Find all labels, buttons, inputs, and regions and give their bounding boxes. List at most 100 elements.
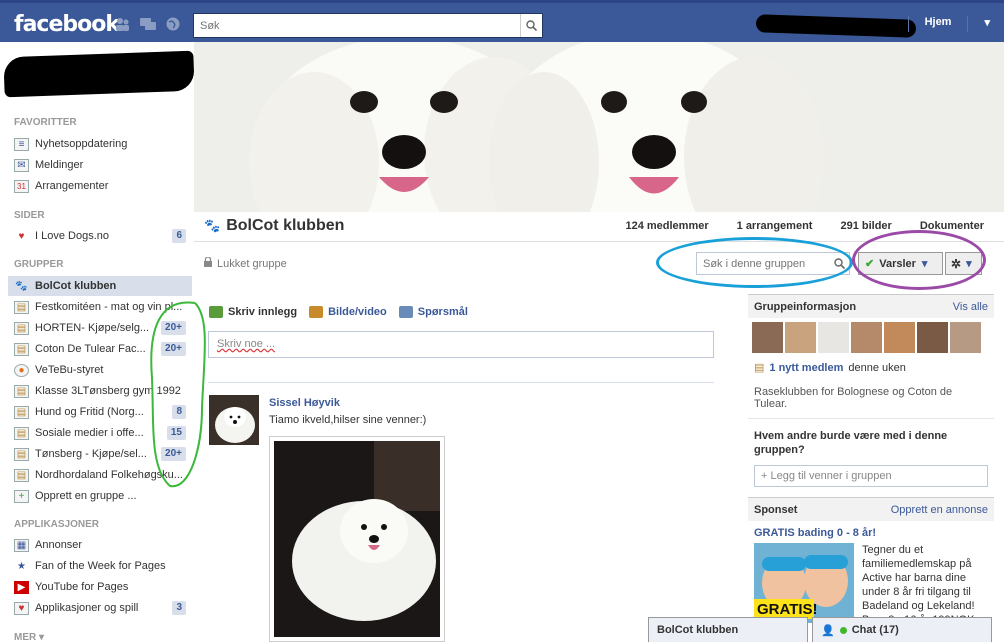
blue-annotation (656, 237, 853, 288)
divider (967, 16, 969, 32)
sidebar-item-label: Annonser (35, 539, 83, 551)
top-right-nav: Hjem ▾ (907, 16, 990, 32)
invite-question: Hvem andre burde være med i denne gruppe… (754, 430, 948, 456)
tab-question[interactable]: Spørsmål (398, 306, 468, 318)
sidebar-item-bolcot-klubben[interactable]: 🐾 BolCot klubben (8, 276, 192, 296)
group-icon: ▤ (14, 468, 29, 482)
composer-input[interactable]: Skriv noe ... (208, 331, 714, 358)
sponsored-title: Sponset (754, 503, 798, 516)
newsfeed-icon: ≡ (14, 137, 29, 151)
sidebar-item-label: Meldinger (35, 159, 84, 171)
tab-write-post[interactable]: Skriv innlegg (209, 306, 297, 318)
group-icon: ▤ (754, 362, 765, 374)
purple-annotation (852, 230, 986, 290)
more-link[interactable]: MER ▾ (14, 632, 44, 643)
account-chevron-down-icon[interactable]: ▾ (984, 16, 990, 32)
ad-title[interactable]: GRATIS bading 0 - 8 år! (748, 521, 994, 541)
facebook-logo[interactable]: facebook (14, 12, 120, 37)
member-avatar[interactable] (884, 322, 915, 353)
member-photos (748, 318, 994, 357)
redaction-mark (3, 50, 195, 98)
sidebar-item-messages[interactable]: ✉ Meldinger (14, 155, 186, 175)
post-photo-image (274, 441, 440, 637)
privacy-label: Lukket gruppe (204, 256, 287, 270)
post-author-avatar[interactable] (209, 395, 259, 445)
sidebar-item-apps-games[interactable]: ♥ Applikasjoner og spill 3 (14, 598, 186, 618)
composer-tabs: Skriv innlegg Bilde/video Spørsmål (209, 306, 468, 318)
paw-icon: 🐾 (15, 280, 28, 292)
tab-label: Spørsmål (417, 306, 468, 318)
section-title-pages: SIDER (14, 210, 45, 221)
sidebar-item-events[interactable]: 31 Arrangementer (14, 176, 186, 196)
photos-link[interactable]: 291 bilder (840, 220, 891, 232)
group-icon: ▤ (14, 405, 29, 419)
sidebar-item-label: Fan of the Week for Pages (35, 560, 166, 572)
search-icon[interactable] (520, 14, 542, 37)
ad-image-text: GRATIS! (757, 601, 818, 618)
group-info-header: Gruppeinformasjon Vis alle (748, 294, 994, 318)
calendar-icon: 31 (14, 179, 29, 193)
sidebar-item-i-love-dogs[interactable]: ♥ I Love Dogs.no 6 (14, 226, 186, 246)
apps-icon: ♥ (14, 601, 29, 615)
write-post-icon (209, 306, 223, 318)
tab-label: Skriv innlegg (228, 306, 298, 318)
member-avatar[interactable] (752, 322, 783, 353)
badge-icon: ● (14, 363, 29, 377)
ad-image[interactable]: GRATIS! (754, 543, 854, 623)
post-author-name[interactable]: Sissel Høyvik (269, 397, 340, 409)
notifications-globe-icon[interactable] (164, 17, 181, 31)
section-title-groups: GRUPPER (14, 259, 64, 270)
online-status-icon (839, 626, 847, 634)
sidebar-item-label: Coton De Tulear Fac... (35, 343, 146, 355)
create-ad-link[interactable]: Opprett en annonse (891, 504, 988, 516)
see-all-link[interactable]: Vis alle (953, 301, 988, 313)
member-avatar[interactable] (851, 322, 882, 353)
sidebar-item-fan-of-the-week[interactable]: ★ Fan of the Week for Pages (14, 556, 186, 576)
ads-icon: ▦ (14, 538, 29, 552)
person-icon: 👤 (821, 624, 835, 637)
tab-label: Bilde/video (328, 306, 387, 318)
notification-count: 6 (172, 229, 186, 243)
photo-icon (309, 306, 324, 318)
new-member-rest: denne uken (848, 361, 906, 374)
group-icon: ▤ (14, 447, 29, 461)
member-avatar[interactable] (785, 322, 816, 353)
post-photo[interactable] (269, 436, 445, 642)
green-annotation (150, 301, 206, 488)
sidebar-item-newsfeed[interactable]: ≡ Nyhetsoppdatering (14, 134, 186, 154)
member-avatar[interactable] (917, 322, 948, 353)
group-chat-tab[interactable]: BolCot klubben (648, 617, 808, 642)
messages-icon[interactable] (139, 17, 156, 31)
group-title[interactable]: BolCot klubben (226, 217, 344, 235)
jewel-icons (114, 17, 181, 31)
post-text: Tiamo ikveld,hilser sine venner:) (269, 414, 427, 426)
cover-photo[interactable] (194, 42, 1004, 212)
home-link[interactable]: Hjem (925, 16, 952, 32)
new-member-link[interactable]: 1 nytt medlem (769, 362, 843, 374)
sidebar-item-label: I Love Dogs.no (35, 230, 109, 242)
group-info-title: Gruppeinformasjon (754, 300, 857, 313)
group-title-wrap: 🐾 BolCot klubben (204, 217, 344, 235)
notification-count: 3 (172, 601, 186, 615)
right-column: Gruppeinformasjon Vis alle ▤ 1 nytt medl… (748, 294, 994, 643)
privacy-text: Lukket gruppe (217, 257, 287, 270)
question-icon (398, 306, 413, 318)
global-search-input[interactable] (194, 14, 514, 37)
member-avatar[interactable] (950, 322, 981, 353)
composer-placeholder: Skriv noe ... (217, 338, 276, 350)
member-avatar[interactable] (818, 322, 849, 353)
invite-friends-input[interactable]: + Legg til venner i gruppen (754, 465, 988, 487)
chat-bar[interactable]: 👤 Chat (17) (812, 617, 992, 642)
youtube-icon: ▶ (14, 580, 29, 594)
redaction-mark (755, 14, 917, 38)
tab-photo-video[interactable]: Bilde/video (309, 306, 387, 318)
events-link[interactable]: 1 arrangement (737, 220, 813, 232)
global-search[interactable] (193, 13, 543, 38)
sidebar-item-ads[interactable]: ▦ Annonser (14, 535, 186, 555)
group-icon: ▤ (14, 426, 29, 440)
sponsored-header: Sponset Opprett en annonse (748, 497, 994, 521)
members-link[interactable]: 124 medlemmer (625, 220, 708, 232)
friends-icon[interactable] (114, 17, 131, 31)
group-icon: ▤ (14, 300, 29, 314)
sidebar-item-youtube[interactable]: ▶ YouTube for Pages (14, 577, 186, 597)
